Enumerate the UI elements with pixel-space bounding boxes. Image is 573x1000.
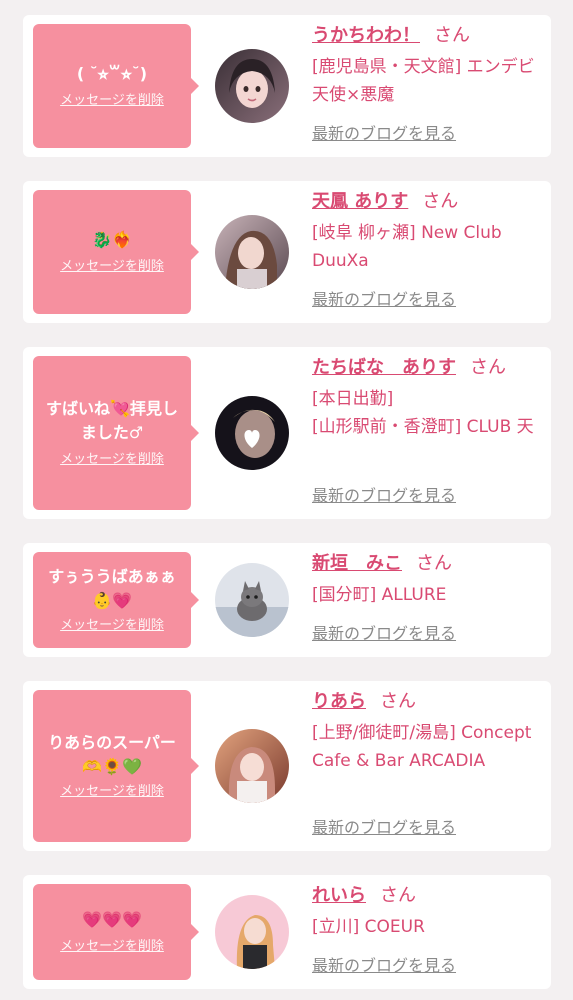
avatar[interactable] xyxy=(215,563,289,637)
blog-link[interactable]: 最新のブログを見る xyxy=(312,289,456,311)
delete-message-link[interactable]: メッセージを削除 xyxy=(60,92,164,110)
blog-link[interactable]: 最新のブログを見る xyxy=(312,817,456,839)
message-card: すばいね💘拝見しました♂ メッセージを削除 たちばな ありす さん [本日出勤] … xyxy=(23,347,551,519)
avatar-photo-icon xyxy=(215,729,289,803)
message-text: りあらのスーパー🫶🌻💚 xyxy=(48,733,176,776)
cast-name-link[interactable]: たちばな ありす xyxy=(312,357,456,378)
cast-info: 天鳳 ありす さん [岐阜 柳ヶ瀬] New Club DuuXa xyxy=(312,189,544,275)
message-card: すぅううばあぁぁ👶💗 メッセージを削除 新垣 みこ さん [国分町] ALLURE… xyxy=(23,543,551,657)
message-text: すばいね💘拝見しました♂ xyxy=(46,399,178,442)
cast-name-link[interactable]: れいら xyxy=(312,885,366,906)
shop-line: [鹿児島県・天文館] エンデビ 天使×悪魔 xyxy=(312,57,552,105)
cast-info: たちばな ありす さん [本日出勤] [山形駅前・香澄町] CLUB 天 xyxy=(312,355,544,441)
message-card: りあらのスーパー🫶🌻💚 メッセージを削除 りあら さん [上野/御徒町/湯島] C… xyxy=(23,681,551,851)
message-text: 💗💗💗 xyxy=(82,910,142,929)
blog-link[interactable]: 最新のブログを見る xyxy=(312,123,456,145)
avatar-photo-icon xyxy=(215,396,289,470)
cast-name-link[interactable]: 天鳳 ありす xyxy=(312,191,408,212)
message-list: ( ˘⭐︎꒳⭐︎˘) メッセージを削除 うかちわわ！ さん [鹿児島県・天文館] … xyxy=(0,0,573,1000)
honorific: さん xyxy=(416,553,452,574)
message-card: 💗💗💗 メッセージを削除 れいら さん [立川] COEUR 最新のブログを見る xyxy=(23,875,551,989)
avatar[interactable] xyxy=(215,215,289,289)
delete-message-link[interactable]: メッセージを削除 xyxy=(60,617,164,635)
message-bubble: すぅううばあぁぁ👶💗 メッセージを削除 xyxy=(33,552,199,648)
message-bubble: 💗💗💗 メッセージを削除 xyxy=(33,884,199,980)
blog-link[interactable]: 最新のブログを見る xyxy=(312,485,456,507)
message-text: 🐉❤️‍🔥 xyxy=(92,230,132,249)
message-bubble: ( ˘⭐︎꒳⭐︎˘) メッセージを削除 xyxy=(33,24,199,148)
shop-line: [岐阜 柳ヶ瀬] New Club DuuXa xyxy=(312,223,502,271)
delete-message-link[interactable]: メッセージを削除 xyxy=(60,938,164,956)
cast-name-link[interactable]: うかちわわ！ xyxy=(312,25,420,46)
shop-line: [立川] COEUR xyxy=(312,917,425,937)
honorific: さん xyxy=(470,357,506,378)
cast-info: うかちわわ！ さん [鹿児島県・天文館] エンデビ 天使×悪魔 xyxy=(312,23,552,109)
shop-line: [国分町] ALLURE xyxy=(312,585,447,605)
message-bubble: すばいね💘拝見しました♂ メッセージを削除 xyxy=(33,356,199,510)
honorific: さん xyxy=(380,691,416,712)
blog-link[interactable]: 最新のブログを見る xyxy=(312,623,456,645)
message-text: ( ˘⭐︎꒳⭐︎˘) xyxy=(76,64,148,83)
avatar[interactable] xyxy=(215,396,289,470)
message-card: ( ˘⭐︎꒳⭐︎˘) メッセージを削除 うかちわわ！ さん [鹿児島県・天文館] … xyxy=(23,15,552,157)
avatar-photo-icon xyxy=(215,563,289,637)
message-card: 🐉❤️‍🔥 メッセージを削除 天鳳 ありす さん [岐阜 柳ヶ瀬] New Clu… xyxy=(23,181,551,323)
cast-info: りあら さん [上野/御徒町/湯島] Concept Cafe & Bar ARC… xyxy=(312,689,544,775)
honorific: さん xyxy=(422,191,459,212)
blog-link[interactable]: 最新のブログを見る xyxy=(312,955,456,977)
cast-name-link[interactable]: りあら xyxy=(312,691,366,712)
shop-line: [山形駅前・香澄町] CLUB 天 xyxy=(312,417,534,437)
delete-message-link[interactable]: メッセージを削除 xyxy=(60,451,164,469)
avatar-photo-icon xyxy=(215,895,289,969)
message-bubble: りあらのスーパー🫶🌻💚 メッセージを削除 xyxy=(33,690,199,842)
avatar[interactable] xyxy=(215,49,289,123)
honorific: さん xyxy=(380,885,416,906)
avatar-photo-icon xyxy=(215,215,289,289)
message-bubble: 🐉❤️‍🔥 メッセージを削除 xyxy=(33,190,199,314)
cast-name-link[interactable]: 新垣 みこ xyxy=(312,553,402,574)
delete-message-link[interactable]: メッセージを削除 xyxy=(60,783,164,801)
avatar[interactable] xyxy=(215,895,289,969)
delete-message-link[interactable]: メッセージを削除 xyxy=(60,258,164,276)
avatar-photo-icon xyxy=(215,49,289,123)
message-text: すぅううばあぁぁ👶💗 xyxy=(48,567,176,610)
shop-line: [本日出勤] xyxy=(312,389,394,409)
cast-info: れいら さん [立川] COEUR xyxy=(312,883,544,941)
avatar[interactable] xyxy=(215,729,289,803)
honorific: さん xyxy=(434,25,470,46)
shop-line: [上野/御徒町/湯島] Concept Cafe & Bar ARCADIA xyxy=(312,723,532,771)
cast-info: 新垣 みこ さん [国分町] ALLURE xyxy=(312,551,544,609)
